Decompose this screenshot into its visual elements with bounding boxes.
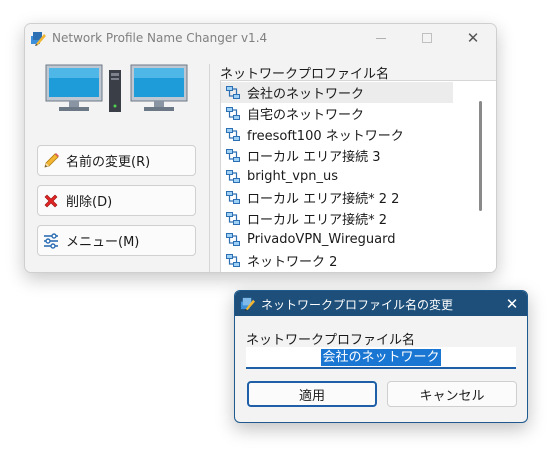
network-icon — [226, 148, 240, 162]
minimize-icon — [376, 37, 386, 39]
profile-name: PrivadoVPN_Wireguard — [247, 232, 396, 247]
list-item[interactable]: ローカル エリア接続* 2 — [221, 208, 453, 229]
cancel-label: キャンセル — [419, 388, 485, 404]
title-bar[interactable]: Network Profile Name Changer v1.4 ✕ — [25, 24, 496, 52]
apply-label: 適用 — [298, 388, 325, 404]
list-item[interactable]: 自宅のネットワーク — [221, 103, 453, 124]
profile-name: 自宅のネットワーク — [247, 108, 365, 123]
sliders-icon — [42, 232, 60, 250]
apply-button[interactable]: 適用 — [247, 381, 377, 407]
list-item[interactable]: ネットワーク 2 — [221, 250, 453, 271]
profile-name-label: ネットワークプロファイル名 — [246, 333, 416, 348]
profile-name-input[interactable]: 会社のネットワーク — [246, 347, 516, 369]
selected-input-text: 会社のネットワーク — [321, 348, 441, 366]
dialog-title-bar[interactable]: ネットワークプロファイル名の変更 ✕ — [235, 291, 527, 316]
dialog-close-button[interactable]: ✕ — [497, 291, 527, 316]
network-icon — [226, 169, 240, 183]
profile-name: ネットワーク 2 — [247, 255, 338, 270]
profile-name: 会社のネットワーク — [247, 87, 365, 102]
delete-button[interactable]: 削除(D) — [37, 185, 196, 216]
list-item[interactable]: ローカル エリア接続 3 — [221, 145, 453, 166]
network-icon — [226, 106, 240, 120]
list-scrollbar[interactable] — [479, 101, 482, 211]
profile-name: ローカル エリア接続* 2 — [247, 213, 388, 228]
pencil-icon — [42, 152, 60, 170]
profile-list[interactable]: 会社のネットワーク 自宅のネットワーク freesoft100 ネットワーク ロ… — [220, 80, 496, 272]
close-icon: ✕ — [466, 29, 480, 47]
list-item[interactable]: PrivadoVPN_Wireguard — [221, 229, 453, 250]
rename-dialog: ネットワークプロファイル名の変更 ✕ ネットワークプロファイル名 会社のネットワ… — [234, 290, 528, 423]
profile-name: ローカル エリア接続* 2 2 — [247, 192, 400, 207]
main-window: Network Profile Name Changer v1.4 ✕ 名前の変… — [24, 23, 497, 273]
minimize-button[interactable] — [358, 24, 404, 52]
list-item[interactable]: ローカル エリア接続* 2 2 — [221, 187, 453, 208]
network-icon — [226, 127, 240, 141]
network-icon — [226, 232, 240, 246]
menu-button[interactable]: メニュー(M) — [37, 225, 196, 256]
maximize-icon — [422, 33, 432, 43]
cancel-button[interactable]: キャンセル — [387, 381, 517, 407]
profile-name: freesoft100 ネットワーク — [247, 129, 404, 144]
close-button[interactable]: ✕ — [450, 24, 496, 52]
maximize-button[interactable] — [404, 24, 450, 52]
network-icon — [226, 85, 240, 99]
delete-label: 削除(D) — [66, 195, 113, 210]
panel-divider — [209, 64, 210, 272]
menu-label: メニュー(M) — [66, 235, 140, 250]
close-icon: ✕ — [505, 294, 519, 313]
rename-label: 名前の変更(R) — [66, 155, 151, 170]
delete-x-icon — [42, 192, 60, 210]
profile-name: ローカル エリア接続 3 — [247, 150, 381, 165]
network-icon — [226, 190, 240, 204]
rename-button[interactable]: 名前の変更(R) — [37, 145, 196, 176]
app-icon — [31, 32, 46, 46]
list-item[interactable]: 会社のネットワーク — [221, 82, 453, 103]
network-icon — [226, 211, 240, 225]
network-icon — [226, 253, 240, 267]
dialog-title: ネットワークプロファイル名の変更 — [261, 298, 454, 312]
list-item[interactable]: bright_vpn_us — [221, 166, 453, 187]
window-title: Network Profile Name Changer v1.4 — [52, 31, 268, 45]
computers-icon — [45, 64, 188, 112]
profile-name: bright_vpn_us — [247, 169, 338, 184]
app-icon — [240, 297, 255, 311]
list-item[interactable]: freesoft100 ネットワーク — [221, 124, 453, 145]
